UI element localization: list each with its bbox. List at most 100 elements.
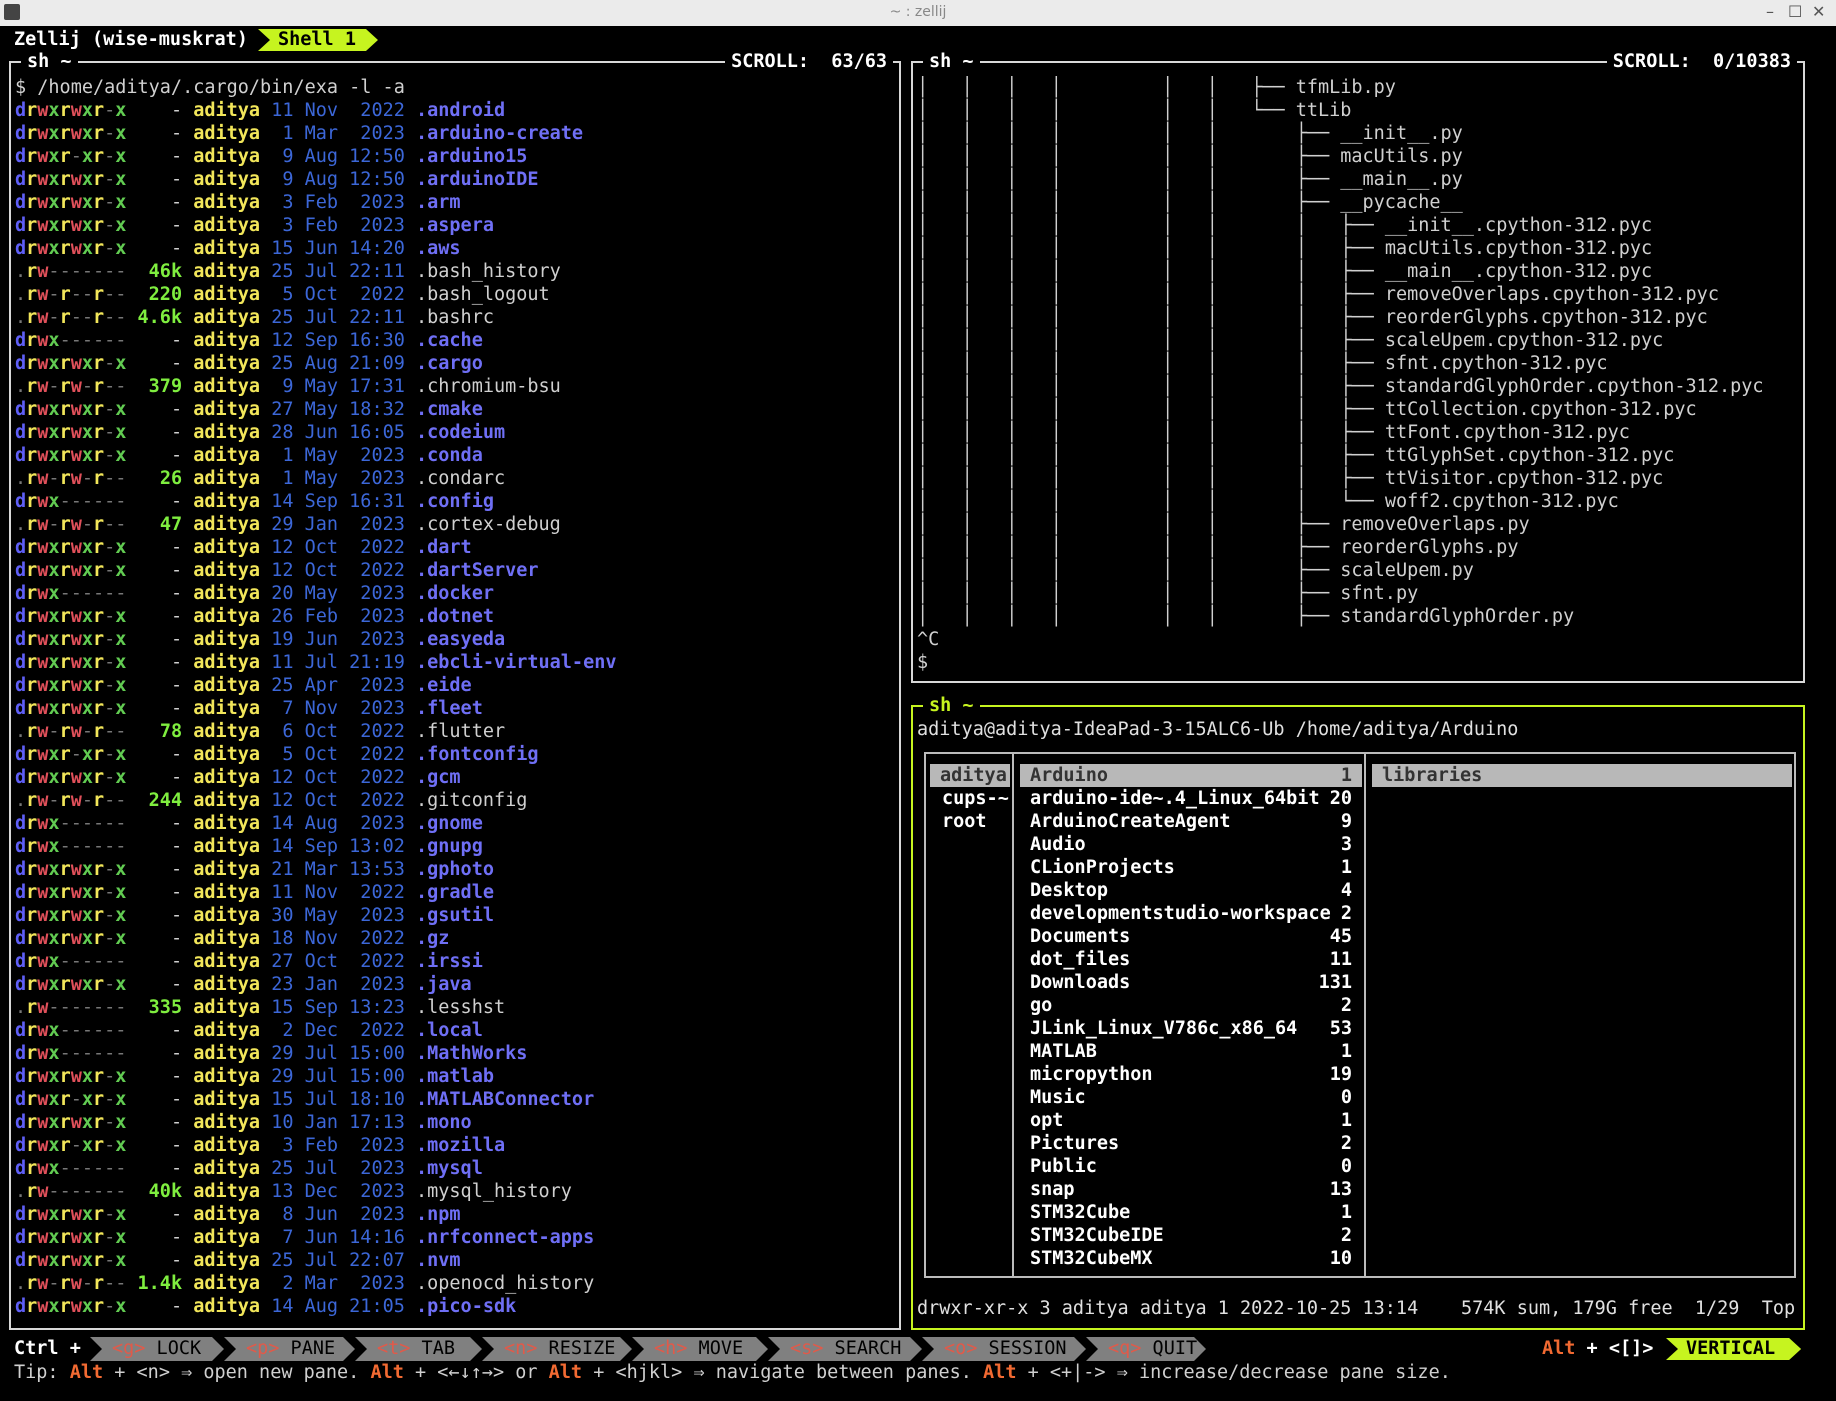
minimize-icon[interactable]: –	[1766, 2, 1774, 21]
list-item[interactable]: drwxrwxr-x - aditya 23 Jan 2023 .java	[15, 973, 899, 996]
list-item[interactable]: Audio 3	[1020, 833, 1362, 856]
dir-count: 2	[1340, 1133, 1352, 1154]
list-item[interactable]: STM32Cube 1	[1020, 1201, 1362, 1224]
list-item[interactable]: go 2	[1020, 994, 1362, 1017]
list-item[interactable]: MATLAB 1	[1020, 1040, 1362, 1063]
list-item[interactable]: snap 13	[1020, 1178, 1362, 1201]
list-item[interactable]: Documents 45	[1020, 925, 1362, 948]
close-icon[interactable]: ✕	[1812, 2, 1825, 21]
list-item[interactable]: .rw------- 335 aditya 15 Sep 13:23 .lessh…	[15, 996, 899, 1019]
list-item[interactable]: drwxrwxr-x - aditya 11 Nov 2022 .gradle	[15, 881, 899, 904]
list-item[interactable]: .rw-rw-r-- 78 aditya 6 Oct 2022 .flutter	[15, 720, 899, 743]
list-item[interactable]: drwxrwxr-x - aditya 3 Feb 2023 .aspera	[15, 214, 899, 237]
list-item[interactable]: drwx------ - aditya 2 Dec 2022 .local	[15, 1019, 899, 1042]
list-item[interactable]: drwxrwxr-x - aditya 7 Jun 14:16 .nrfconne…	[15, 1226, 899, 1249]
list-item[interactable]: drwxrwxr-x - aditya 3 Feb 2023 .arm	[15, 191, 899, 214]
list-item[interactable]: ArduinoCreateAgent 9	[1020, 810, 1362, 833]
list-item[interactable]: drwxrwxr-x - aditya 19 Jun 2023 .easyeda	[15, 628, 899, 651]
list-item[interactable]: .rw-rw-r-- 47 aditya 29 Jan 2023 .cortex-…	[15, 513, 899, 536]
list-item[interactable]: drwxr-xr-x - aditya 9 Aug 12:50 .arduino1…	[15, 145, 899, 168]
list-item[interactable]: .rw-r--r-- 4.6k aditya 25 Jul 22:11 .bash…	[15, 306, 899, 329]
list-item[interactable]: .rw------- 46k aditya 25 Jul 22:11 .bash_…	[15, 260, 899, 283]
list-item[interactable]: .rw-rw-r-- 244 aditya 12 Oct 2022 .gitcon…	[15, 789, 899, 812]
list-item[interactable]: drwxrwxr-x - aditya 11 Nov 2022 .android	[15, 99, 899, 122]
list-item[interactable]: opt 1	[1020, 1109, 1362, 1132]
list-item[interactable]: drwxrwxr-x - aditya 27 May 18:32 .cmake	[15, 398, 899, 421]
key-hint-resize[interactable]: <n> RESIZE	[482, 1337, 632, 1361]
list-item[interactable]: drwxrwxr-x - aditya 25 Apr 2023 .eide	[15, 674, 899, 697]
list-item[interactable]: drwx------ - aditya 14 Aug 2023 .gnome	[15, 812, 899, 835]
key-hint-session[interactable]: <o> SESSION	[922, 1337, 1086, 1361]
list-item[interactable]: root	[930, 810, 1010, 833]
list-item[interactable]: drwxrwxr-x - aditya 26 Feb 2023 .dotnet	[15, 605, 899, 628]
list-item[interactable]: drwxrwxr-x - aditya 30 May 2023 .gsutil	[15, 904, 899, 927]
list-item[interactable]: drwx------ - aditya 29 Jul 15:00 .MathWor…	[15, 1042, 899, 1065]
list-item[interactable]: arduino-ide~.4_Linux_64bit 20	[1020, 787, 1362, 810]
list-item[interactable]: drwxrwxr-x - aditya 18 Nov 2022 .gz	[15, 927, 899, 950]
list-item[interactable]: JLink_Linux_V786c_x86_64 53	[1020, 1017, 1362, 1040]
list-item[interactable]: Music 0	[1020, 1086, 1362, 1109]
list-item[interactable]: drwxrwxr-x - aditya 9 Aug 12:50 .arduinoI…	[15, 168, 899, 191]
key-hint-lock[interactable]: <g> LOCK	[90, 1337, 224, 1361]
list-item[interactable]: .rw-rw-r-- 379 aditya 9 May 17:31 .chromi…	[15, 375, 899, 398]
list-item[interactable]: drwxrwxr-x - aditya 21 Mar 13:53 .gphoto	[15, 858, 899, 881]
list-item[interactable]: CLionProjects 1	[1020, 856, 1362, 879]
list-item[interactable]: .rw-rw-r-- 1.4k aditya 2 Mar 2023 .openoc…	[15, 1272, 899, 1295]
list-item[interactable]: Pictures 2	[1020, 1132, 1362, 1155]
list-item[interactable]: drwx------ - aditya 12 Sep 16:30 .cache	[15, 329, 899, 352]
list-item[interactable]: drwx------ - aditya 25 Jul 2023 .mysql	[15, 1157, 899, 1180]
list-item[interactable]: drwxrwxr-x - aditya 12 Oct 2022 .gcm	[15, 766, 899, 789]
list-item[interactable]: drwx------ - aditya 14 Sep 16:31 .config	[15, 490, 899, 513]
key-hint-tab[interactable]: <t> TAB	[355, 1337, 482, 1361]
list-item[interactable]: dot_files 11	[1020, 948, 1362, 971]
right-top-pane[interactable]: sh ~ SCROLL: 0/10383 │ │ │ │ │ │ ├── tfm…	[911, 50, 1805, 683]
list-item[interactable]: drwxrwxr-x - aditya 28 Jun 16:05 .codeium	[15, 421, 899, 444]
list-item[interactable]: drwxr-xr-x - aditya 15 Jul 18:10 .MATLABC…	[15, 1088, 899, 1111]
list-item[interactable]: drwxrwxr-x - aditya 25 Jul 22:07 .nvm	[15, 1249, 899, 1272]
list-item[interactable]: drwxr-xr-x - aditya 3 Feb 2023 .mozilla	[15, 1134, 899, 1157]
list-item[interactable]: drwxrwxr-x - aditya 1 May 2023 .conda	[15, 444, 899, 467]
tab-shell-1[interactable]: Shell 1	[258, 29, 378, 51]
list-item[interactable]: cups-~	[930, 787, 1010, 810]
list-item[interactable]: drwxrwxr-x - aditya 14 Aug 21:05 .pico-sd…	[15, 1295, 899, 1318]
right-bottom-pane[interactable]: sh ~ aditya@aditya-IdeaPad-3-15ALC6-Ub /…	[911, 694, 1805, 1330]
list-item[interactable]: drwxrwxr-x - aditya 12 Oct 2022 .dartServ…	[15, 559, 899, 582]
parent-selected[interactable]: aditya	[930, 764, 1010, 787]
list-item[interactable]: drwx------ - aditya 20 May 2023 .docker	[15, 582, 899, 605]
list-item[interactable]: drwxrwxr-x - aditya 29 Jul 15:00 .matlab	[15, 1065, 899, 1088]
left-pane[interactable]: sh ~ SCROLL: 63/63 $ /home/aditya/.cargo…	[9, 50, 901, 1330]
list-item[interactable]: STM32CubeMX 10	[1020, 1247, 1362, 1270]
owner: aditya	[193, 1066, 261, 1087]
list-item[interactable]: drwxrwxr-x - aditya 12 Oct 2022 .dart	[15, 536, 899, 559]
key-hint-move[interactable]: <h> MOVE	[632, 1337, 768, 1361]
list-item[interactable]: Desktop 4	[1020, 879, 1362, 902]
list-item[interactable]: Public 0	[1020, 1155, 1362, 1178]
maximize-icon[interactable]: ☐	[1788, 2, 1802, 21]
preview-selected[interactable]: libraries	[1372, 764, 1792, 787]
list-item[interactable]: .rw-r--r-- 220 aditya 5 Oct 2022 .bash_lo…	[15, 283, 899, 306]
file-name: .docker	[416, 583, 494, 604]
file-name: .arm	[416, 192, 461, 213]
list-item[interactable]: drwxrwxr-x - aditya 11 Jul 21:19 .ebcli-v…	[15, 651, 899, 674]
key-hint-pane[interactable]: <p> PANE	[224, 1337, 355, 1361]
list-item[interactable]: drwx------ - aditya 27 Oct 2022 .irssi	[15, 950, 899, 973]
list-item[interactable]: STM32CubeIDE 2	[1020, 1224, 1362, 1247]
dir-count: 1	[1340, 1041, 1352, 1062]
current-selected[interactable]: Arduino 1	[1020, 764, 1362, 787]
list-item[interactable]: developmentstudio-workspace 2	[1020, 902, 1362, 925]
list-item[interactable]: drwxrwxr-x - aditya 15 Jun 14:20 .aws	[15, 237, 899, 260]
list-item[interactable]: .rw-rw-r-- 26 aditya 1 May 2023 .condarc	[15, 467, 899, 490]
list-item[interactable]: drwxrwxr-x - aditya 25 Aug 21:09 .cargo	[15, 352, 899, 375]
list-item[interactable]: drwxrwxr-x - aditya 8 Jun 2023 .npm	[15, 1203, 899, 1226]
mode-vertical[interactable]: VERTICAL	[1666, 1338, 1801, 1360]
list-item[interactable]: .rw------- 40k aditya 13 Dec 2023 .mysql_…	[15, 1180, 899, 1203]
list-item[interactable]: drwxrwxr-x - aditya 1 Mar 2023 .arduino-c…	[15, 122, 899, 145]
list-item[interactable]: drwxr-xr-x - aditya 5 Oct 2022 .fontconfi…	[15, 743, 899, 766]
list-item[interactable]: micropython 19	[1020, 1063, 1362, 1086]
list-item[interactable]: drwx------ - aditya 14 Sep 13:02 .gnupg	[15, 835, 899, 858]
list-item[interactable]: drwxrwxr-x - aditya 7 Nov 2023 .fleet	[15, 697, 899, 720]
key-hint-quit[interactable]: <q> QUIT	[1086, 1337, 1206, 1361]
list-item[interactable]: Downloads 131	[1020, 971, 1362, 994]
list-item[interactable]: drwxrwxr-x - aditya 10 Jan 17:13 .mono	[15, 1111, 899, 1134]
key-hint-search[interactable]: <s> SEARCH	[768, 1337, 922, 1361]
